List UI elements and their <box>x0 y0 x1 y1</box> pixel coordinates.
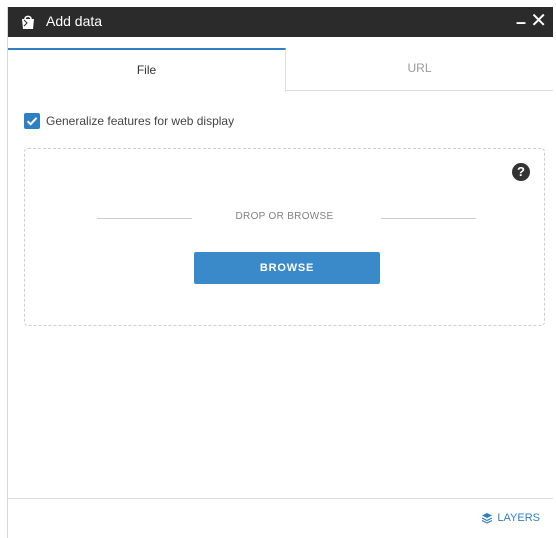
close-button[interactable]: ✕ <box>530 9 547 33</box>
tab-url[interactable]: URL <box>286 48 553 91</box>
layers-icon <box>482 513 493 524</box>
minimize-button[interactable]: – <box>516 11 526 33</box>
window-titlebar[interactable]: Add data – ✕ <box>8 7 553 37</box>
generalize-label: Generalize features for web display <box>46 114 235 128</box>
window-footer: LAYERS <box>8 498 553 538</box>
help-icon[interactable]: ? <box>512 163 530 181</box>
divider-right <box>381 218 476 219</box>
generalize-checkbox[interactable] <box>24 113 40 129</box>
tab-bar: File URL <box>8 48 553 92</box>
layers-label: LAYERS <box>497 512 540 525</box>
drop-or-browse-text: DROP OR BROWSE <box>235 211 334 222</box>
bag-icon <box>22 15 34 29</box>
browse-button[interactable]: BROWSE <box>194 252 380 284</box>
window-title: Add data <box>46 13 103 29</box>
layers-link[interactable]: LAYERS <box>481 512 540 528</box>
checkmark-icon <box>26 117 38 126</box>
tab-file[interactable]: File <box>8 48 286 92</box>
file-drop-zone[interactable]: ? DROP OR BROWSE BROWSE <box>24 148 545 326</box>
add-data-window: Add data – ✕ File URL Generalize feature… <box>7 7 553 538</box>
